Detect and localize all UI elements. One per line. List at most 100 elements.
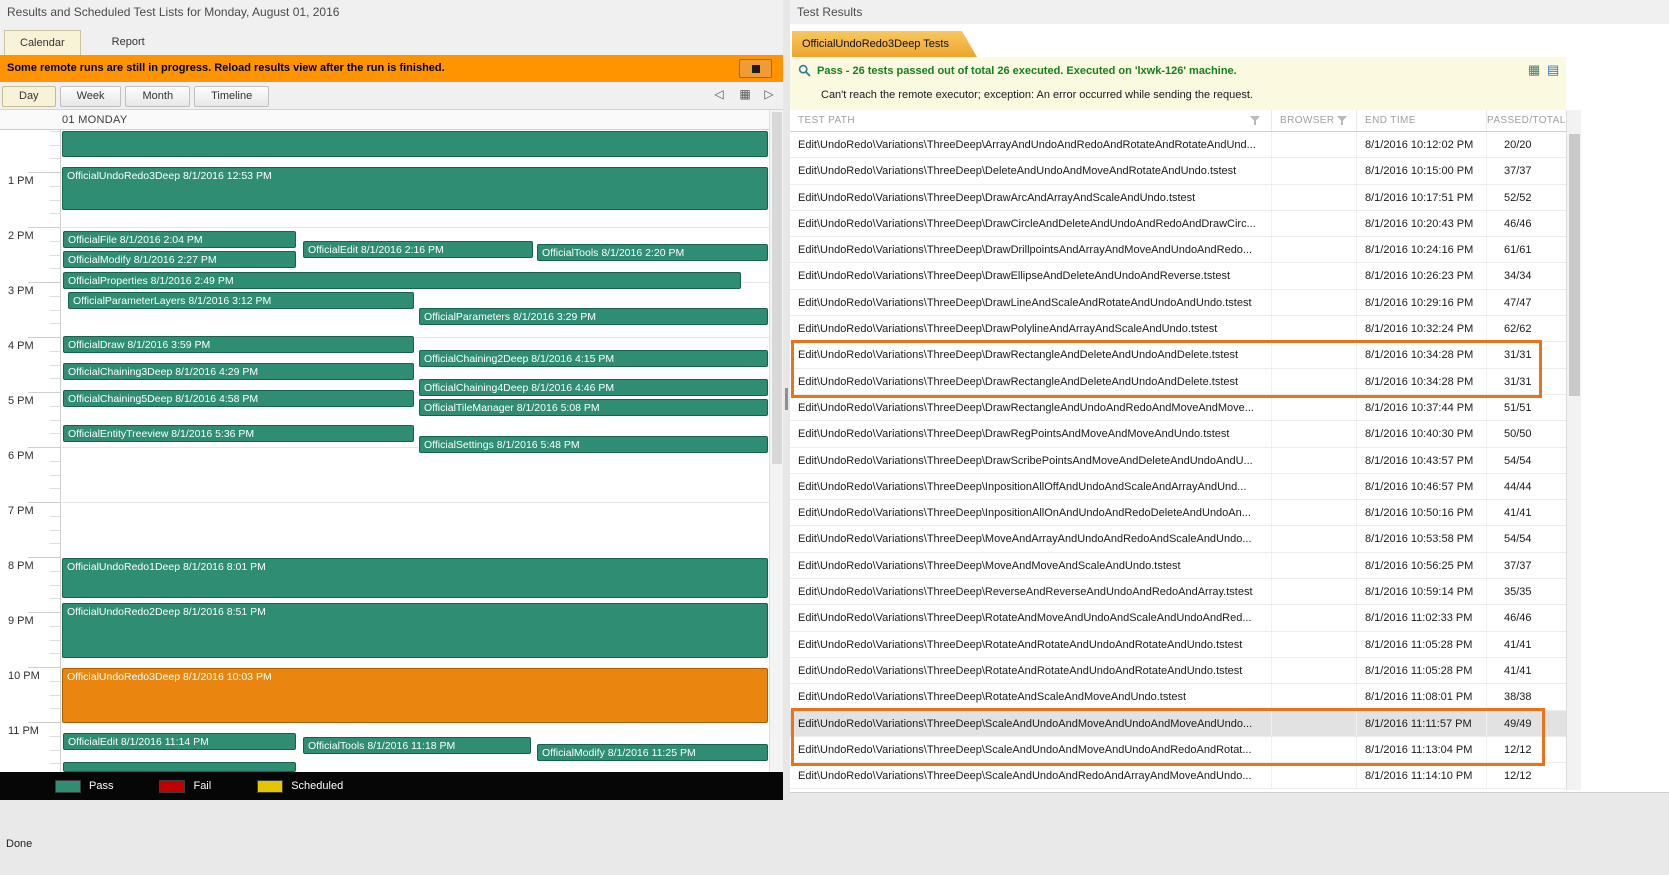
calendar-event[interactable]: OfficialFile 8/1/2016 2:04 PM [63,231,296,248]
table-row[interactable]: Edit\UndoRedo\Variations\ThreeDeep\DrawC… [790,210,1566,238]
tab-report[interactable]: Report [97,30,160,55]
table-row[interactable]: Edit\UndoRedo\Variations\ThreeDeep\DrawS… [790,447,1566,474]
table-row[interactable]: Edit\UndoRedo\Variations\ThreeDeep\MoveA… [790,552,1566,580]
cell-passed-total: 20/20 [1504,139,1532,151]
previous-day-icon[interactable]: ◁ [710,87,728,101]
cell-test-path: Edit\UndoRedo\Variations\ThreeDeep\Delet… [790,158,1272,184]
table-row[interactable]: Edit\UndoRedo\Variations\ThreeDeep\Rotat… [790,631,1566,658]
column-header-test-path[interactable]: TEST PATH [790,110,1272,131]
table-row[interactable]: Edit\UndoRedo\Variations\ThreeDeep\Scale… [790,763,1566,790]
calendar-event-label: OfficialChaining3Deep 8/1/2016 4:29 PM [68,366,259,378]
cell-end-time: 8/1/2016 11:02:33 PM [1357,605,1487,631]
hour-label: 9 PM [8,615,34,627]
column-header-passed-total[interactable]: PASSED/TOTAL [1487,110,1566,131]
quarter-tick [50,419,60,421]
calendar-event[interactable]: OfficialSettings 8/1/2016 5:48 PM [419,436,768,453]
status-bar-text: Done [6,838,33,850]
calendar-event[interactable]: OfficialTileManager 8/1/2016 5:08 PM [419,399,768,416]
export-grid-icon[interactable]: ▦ [1528,63,1540,77]
calendar-event-label: OfficialChaining5Deep 8/1/2016 4:58 PM [68,393,259,405]
calendar-event[interactable]: OfficialChaining4Deep 8/1/2016 4:46 PM [419,379,768,396]
calendar-event[interactable]: OfficialModify 8/1/2016 2:27 PM [63,251,296,268]
table-row[interactable]: Edit\UndoRedo\Variations\ThreeDeep\Rotat… [790,657,1566,685]
calendar-event[interactable]: OfficialParameters 8/1/2016 3:29 PM [419,308,768,325]
panel-splitter[interactable] [783,0,790,800]
table-row[interactable]: Edit\UndoRedo\Variations\ThreeDeep\Inpos… [790,500,1566,527]
calendar-scrollbar-thumb[interactable] [772,112,782,464]
calendar-event[interactable]: OfficialUndoRedo3Deep 8/1/2016 10:03 PM [62,668,768,723]
calendar-event[interactable]: OfficialTools 8/1/2016 2:20 PM [537,244,768,261]
table-row[interactable]: Edit\UndoRedo\Variations\ThreeDeep\DrawR… [790,368,1566,395]
hour-label: 8 PM [8,560,34,572]
view-button-month[interactable]: Month [125,86,191,107]
tab-calendar[interactable]: Calendar [4,30,81,55]
calendar-event[interactable]: OfficialChaining2Deep 8/1/2016 4:15 PM [419,350,768,367]
results-scrollbar-thumb[interactable] [1569,134,1580,396]
open-report-icon[interactable]: ▤ [1547,63,1559,77]
legend-item: Fail [159,779,211,793]
table-row[interactable]: Edit\UndoRedo\Variations\ThreeDeep\MoveA… [790,526,1566,553]
next-day-icon[interactable]: ▷ [760,87,778,101]
calendar-event[interactable]: OfficialDraw 8/1/2016 3:59 PM [63,336,414,353]
table-row[interactable]: Edit\UndoRedo\Variations\ThreeDeep\DrawA… [790,184,1566,211]
table-row[interactable]: Edit\UndoRedo\Variations\ThreeDeep\DrawL… [790,289,1566,317]
calendar-event[interactable]: OfficialEdit 8/1/2016 2:16 PM [303,241,533,258]
table-row[interactable]: Edit\UndoRedo\Variations\ThreeDeep\Delet… [790,158,1566,185]
calendar-event[interactable] [63,762,296,772]
calendar-event[interactable]: OfficialTools 8/1/2016 11:18 PM [303,737,531,754]
column-header-end-time[interactable]: END TIME [1357,110,1487,131]
cell-passed-total: 41/41 [1504,507,1532,520]
table-row[interactable]: Edit\UndoRedo\Variations\ThreeDeep\Rever… [790,579,1566,606]
calendar-event[interactable]: OfficialEntityTreeview 8/1/2016 5:36 PM [63,425,414,442]
hour-label: 7 PM [8,505,34,517]
table-row[interactable]: Edit\UndoRedo\Variations\ThreeDeep\DrawD… [790,237,1566,264]
progress-banner: Some remote runs are still in progress. … [0,55,783,82]
filter-funnel-icon[interactable] [1250,116,1261,126]
results-scrollbar[interactable] [1566,110,1581,790]
calendar-event[interactable] [62,131,768,157]
cell-end-time: 8/1/2016 10:46:57 PM [1357,473,1487,500]
view-button-day[interactable]: Day [2,86,56,107]
cell-test-path: Edit\UndoRedo\Variations\ThreeDeep\DrawL… [790,289,1272,316]
table-row[interactable]: Edit\UndoRedo\Variations\ThreeDeep\DrawR… [790,394,1566,422]
table-row[interactable]: Edit\UndoRedo\Variations\ThreeDeep\DrawE… [790,263,1566,290]
cell-end-time: 8/1/2016 10:50:16 PM [1357,500,1487,526]
cell-passed-total: 51/51 [1504,401,1532,414]
table-row[interactable]: Edit\UndoRedo\Variations\ThreeDeep\DrawR… [790,421,1566,448]
view-button-timeline[interactable]: Timeline [194,86,270,107]
cell-test-path: Edit\UndoRedo\Variations\ThreeDeep\Rotat… [790,631,1272,657]
table-row[interactable]: Edit\UndoRedo\Variations\ThreeDeep\Array… [790,132,1566,159]
quarter-tick [50,474,60,476]
cell-browser [1272,579,1357,605]
table-row[interactable]: Edit\UndoRedo\Variations\ThreeDeep\Inpos… [790,473,1566,501]
calendar-grid-icon[interactable]: ▦ [736,87,754,101]
table-row[interactable]: Edit\UndoRedo\Variations\ThreeDeep\DrawP… [790,316,1566,343]
calendar-scrollbar[interactable] [769,110,783,772]
stop-run-button[interactable] [739,59,772,78]
cell-browser [1272,631,1357,657]
calendar-event[interactable]: OfficialModify 8/1/2016 11:25 PM [537,744,768,761]
cell-end-time: 8/1/2016 10:20:43 PM [1357,210,1487,237]
calendar-event[interactable]: OfficialEdit 8/1/2016 11:14 PM [63,733,296,750]
table-row[interactable]: Edit\UndoRedo\Variations\ThreeDeep\DrawR… [790,342,1566,369]
stop-icon [751,64,760,73]
cell-test-path: Edit\UndoRedo\Variations\ThreeDeep\Rotat… [790,684,1272,710]
calendar-event[interactable]: OfficialProperties 8/1/2016 2:49 PM [63,272,741,289]
results-tab[interactable]: OfficialUndoRedo3Deep Tests [792,31,977,57]
table-row[interactable]: Edit\UndoRedo\Variations\ThreeDeep\Rotat… [790,684,1566,711]
filter-funnel-icon[interactable] [1337,116,1348,126]
calendar-event[interactable]: OfficialParameterLayers 8/1/2016 3:12 PM [68,292,414,309]
cell-browser [1272,210,1357,237]
calendar-event[interactable]: OfficialUndoRedo1Deep 8/1/2016 8:01 PM [62,558,768,598]
table-row[interactable]: Edit\UndoRedo\Variations\ThreeDeep\Scale… [790,736,1566,764]
column-header-browser[interactable]: BROWSER [1272,110,1357,131]
quarter-tick [50,653,60,655]
view-button-week[interactable]: Week [59,86,122,107]
calendar-event[interactable]: OfficialUndoRedo2Deep 8/1/2016 8:51 PM [62,603,768,658]
table-row[interactable]: Edit\UndoRedo\Variations\ThreeDeep\Rotat… [790,605,1566,632]
cell-end-time: 8/1/2016 10:34:28 PM [1357,368,1487,394]
calendar-event[interactable]: OfficialChaining5Deep 8/1/2016 4:58 PM [63,390,414,407]
table-row[interactable]: Edit\UndoRedo\Variations\ThreeDeep\Scale… [790,710,1566,737]
calendar-event[interactable]: OfficialChaining3Deep 8/1/2016 4:29 PM [63,363,414,380]
calendar-event[interactable]: OfficialUndoRedo3Deep 8/1/2016 12:53 PM [62,167,768,210]
